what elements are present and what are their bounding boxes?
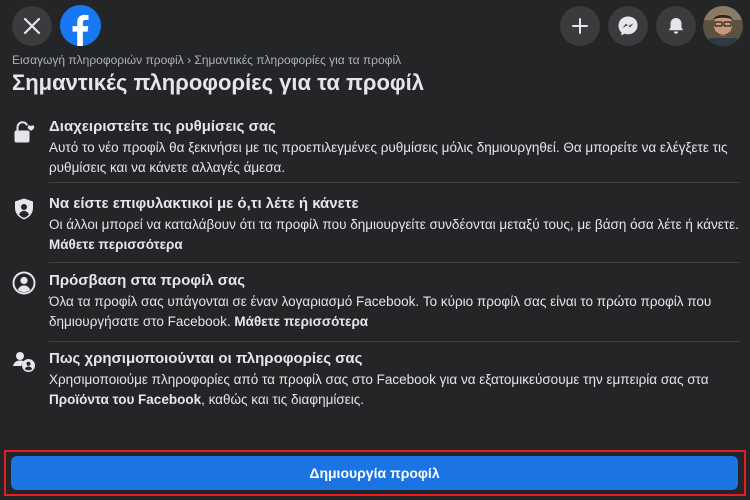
close-icon	[23, 17, 41, 35]
lock-heart-icon	[14, 121, 35, 143]
section-title: Πως χρησιμοποιούνται οι πληροφορίες σας	[49, 350, 363, 367]
people-settings-icon	[13, 352, 35, 372]
section-description: Χρησιμοποιούμε πληροφορίες από τα προφίλ…	[49, 370, 741, 409]
facebook-logo-icon[interactable]	[60, 5, 101, 46]
section-body-text-end: , καθώς και τις διαφημίσεις.	[201, 391, 364, 407]
shield-person-icon	[15, 198, 33, 220]
create-profile-button[interactable]: Δημιουργία προφίλ	[11, 456, 738, 490]
person-circle-icon	[12, 271, 36, 295]
learn-more-link[interactable]: Μάθετε περισσότερα	[49, 237, 183, 252]
section-description: Όλα τα προφίλ σας υπάγονται σε έναν λογα…	[49, 292, 741, 331]
section-body-text: Χρησιμοποιούμε πληροφορίες από τα προφίλ…	[49, 372, 709, 387]
breadcrumb-parent-link[interactable]: Εισαγωγή πληροφοριών προφίλ	[12, 53, 184, 67]
section-description: Οι άλλοι μπορεί να καταλάβουν ότι τα προ…	[49, 215, 741, 254]
divider	[49, 341, 740, 342]
messenger-icon	[618, 16, 638, 36]
section-title: Να είστε επιφυλακτικοί με ό,τι λέτε ή κά…	[49, 195, 359, 212]
divider	[49, 262, 740, 263]
facebook-products-link[interactable]: Προϊόντα του Facebook	[49, 392, 201, 407]
divider	[49, 182, 740, 183]
breadcrumb-current: Σημαντικές πληροφορίες για τα προφίλ	[194, 53, 402, 67]
plus-icon	[572, 18, 588, 34]
section-title: Διαχειριστείτε τις ρυθμίσεις σας	[49, 118, 276, 135]
create-button[interactable]	[560, 6, 600, 46]
breadcrumb-separator: ›	[187, 53, 192, 67]
notifications-button[interactable]	[656, 6, 696, 46]
section-title: Πρόσβαση στα προφίλ σας	[49, 272, 246, 289]
avatar[interactable]	[703, 6, 743, 46]
top-bar	[0, 0, 750, 52]
section-description: Αυτό το νέο προφίλ θα ξεκινήσει με τις π…	[49, 140, 728, 175]
learn-more-link[interactable]: Μάθετε περισσότερα	[234, 314, 368, 329]
profile-photo	[703, 6, 743, 46]
section-body-text: Όλα τα προφίλ σας υπάγονται σε έναν λογα…	[49, 294, 712, 329]
breadcrumb: Εισαγωγή πληροφοριών προφίλ › Σημαντικές…	[12, 53, 401, 67]
bell-icon	[669, 18, 683, 34]
close-button[interactable]	[12, 6, 52, 46]
page-title: Σημαντικές πληροφορίες για τα προφίλ	[12, 70, 424, 95]
messenger-button[interactable]	[608, 6, 648, 46]
section-body-text: Οι άλλοι μπορεί να καταλάβουν ότι τα προ…	[49, 217, 739, 232]
